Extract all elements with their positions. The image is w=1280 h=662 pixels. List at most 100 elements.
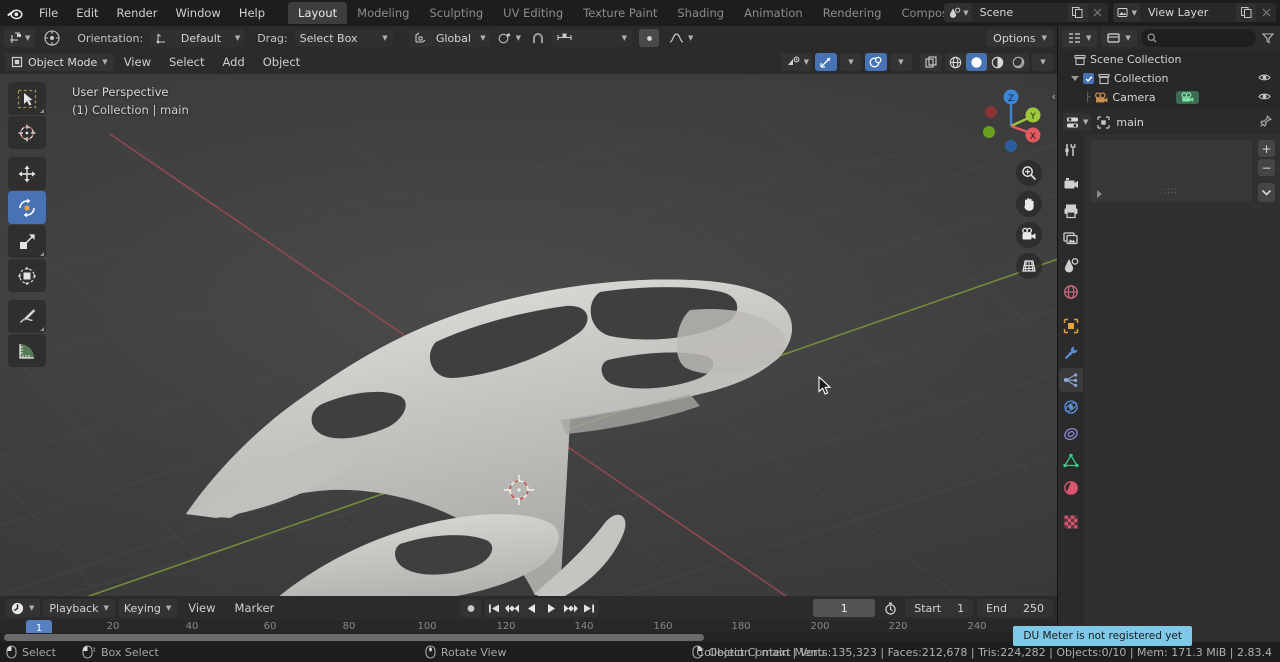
gizmo-options-dropdown[interactable]: ▼ — [840, 53, 862, 71]
viewport-menu-view[interactable]: View — [116, 53, 159, 71]
material-tab[interactable] — [1059, 476, 1083, 500]
scene-tab[interactable] — [1059, 253, 1083, 277]
scene-selector[interactable]: ▼ Scene — [944, 3, 1108, 22]
current-frame-field[interactable]: 1 — [813, 599, 876, 617]
filter-icon[interactable] — [1260, 32, 1276, 44]
scene-icon[interactable]: ▼ — [944, 3, 972, 22]
scale-tool[interactable] — [8, 225, 46, 258]
show-gizmo-button[interactable] — [815, 53, 837, 71]
viewport-menu-object[interactable]: Object — [255, 53, 308, 71]
viewport-menu-add[interactable]: Add — [214, 53, 252, 71]
pin-icon[interactable] — [1259, 115, 1272, 131]
remove-view-layer-icon[interactable] — [1256, 3, 1276, 22]
particle-system-list[interactable]: ∷∷ — [1090, 140, 1252, 202]
physics-tab[interactable] — [1059, 395, 1083, 419]
show-overlays-button[interactable] — [865, 53, 887, 71]
move-tool[interactable] — [8, 157, 46, 190]
play-button[interactable] — [542, 599, 561, 617]
zoom-button[interactable] — [1016, 160, 1042, 186]
play-reverse-button[interactable] — [523, 599, 542, 617]
tab-layout[interactable]: Layout — [288, 2, 348, 24]
rendered-shading-button[interactable] — [1008, 53, 1029, 71]
new-view-layer-icon[interactable] — [1236, 3, 1256, 22]
pivot-icon[interactable] — [39, 29, 65, 47]
orientation-dropdown[interactable]: Default ▼ — [150, 29, 246, 47]
object-type-visibility-button[interactable]: ▼ — [780, 53, 812, 71]
cursor-tool[interactable] — [8, 116, 46, 149]
tab-sculpting[interactable]: Sculpting — [419, 2, 493, 24]
timeline-menu-playback[interactable]: Playback ▼ — [43, 599, 115, 617]
properties-editor-type-button[interactable]: ▼ — [1063, 113, 1092, 131]
timeline-menu-keying[interactable]: Keying ▼ — [117, 599, 178, 617]
end-frame-field[interactable]: End 250 — [977, 599, 1053, 617]
tool-tab[interactable] — [1059, 138, 1083, 162]
snap-to-dropdown[interactable]: ▼ — [552, 29, 633, 47]
outliner-display-mode-button[interactable]: ▼ — [1101, 29, 1137, 47]
timeline-menu-marker[interactable]: Marker — [227, 599, 283, 617]
outliner-row-collection[interactable]: Collection — [1058, 69, 1280, 88]
start-frame-field[interactable]: Start 1 — [905, 599, 974, 617]
timeline-scrollbar[interactable] — [0, 633, 1058, 642]
data-tab[interactable] — [1059, 449, 1083, 473]
outliner-editor-type-button[interactable]: ▼ — [1062, 29, 1098, 47]
unlink-scene-icon[interactable] — [1087, 3, 1108, 22]
scrollbar-thumb[interactable] — [4, 634, 704, 641]
outliner-row-camera[interactable]: ├ Camera — [1058, 88, 1280, 107]
scene-name[interactable]: Scene — [971, 3, 1068, 22]
render-tab[interactable] — [1059, 172, 1083, 196]
texture-tab[interactable] — [1059, 510, 1083, 534]
mode-dropdown[interactable]: Object Mode ▼ — [5, 53, 114, 71]
material-preview-shading-button[interactable] — [987, 53, 1008, 71]
previous-keyframe-button[interactable] — [504, 599, 523, 617]
timeline-ruler[interactable]: 20 40 60 80 100 120 140 160 180 200 220 … — [0, 620, 1058, 642]
3d-viewport[interactable]: User Perspective (1) Collection | main Z… — [0, 74, 1058, 596]
menu-render[interactable]: Render — [108, 3, 167, 23]
view-layer-name[interactable]: View Layer — [1140, 3, 1236, 22]
magnet-icon[interactable] — [528, 29, 548, 47]
modifiers-tab[interactable] — [1059, 341, 1083, 365]
view-layer-selector[interactable]: ▼ View Layer — [1112, 3, 1276, 22]
active-tool-icon[interactable]: ▼ — [4, 29, 36, 47]
timeline-editor-type-button[interactable]: ▼ — [5, 599, 41, 617]
viewport-menu-select[interactable]: Select — [161, 53, 212, 71]
tab-uv-editing[interactable]: UV Editing — [493, 2, 573, 24]
wireframe-shading-button[interactable] — [945, 53, 966, 71]
drag-dropdown[interactable]: Select Box ▼ — [294, 29, 393, 47]
search-input[interactable] — [1140, 29, 1256, 47]
expand-triangle-icon[interactable] — [1097, 190, 1102, 198]
auto-keying-button[interactable] — [459, 599, 482, 617]
menu-window[interactable]: Window — [166, 3, 229, 23]
specials-menu-button[interactable] — [1258, 183, 1275, 202]
tab-rendering[interactable]: Rendering — [813, 2, 892, 24]
tweak-select-tool[interactable] — [8, 82, 46, 115]
resize-grip-icon[interactable]: ∷∷ — [1164, 187, 1177, 197]
rotate-tool[interactable] — [8, 191, 46, 224]
toggle-xray-button[interactable] — [920, 53, 942, 71]
new-scene-icon[interactable] — [1067, 3, 1088, 22]
view-layer-icon[interactable]: ▼ — [1112, 3, 1140, 22]
measure-tool[interactable] — [8, 334, 46, 367]
notification-toast[interactable]: DU Meter is not registered yet — [1013, 626, 1192, 646]
view-layer-tab[interactable] — [1059, 226, 1083, 250]
navigation-gizmo[interactable]: Z Y X — [970, 82, 1044, 156]
particles-tab[interactable] — [1059, 368, 1083, 392]
menu-help[interactable]: Help — [230, 3, 274, 23]
next-keyframe-button[interactable] — [561, 599, 580, 617]
tab-animation[interactable]: Animation — [734, 2, 813, 24]
constraints-tab[interactable] — [1059, 422, 1083, 446]
jump-to-start-button[interactable] — [485, 599, 504, 617]
pan-button[interactable] — [1016, 191, 1042, 217]
outliner-row-scene-collection[interactable]: Scene Collection — [1058, 50, 1280, 69]
transform-tool[interactable] — [8, 259, 46, 292]
output-tab[interactable] — [1059, 199, 1083, 223]
proportional-edit-icon[interactable] — [636, 29, 662, 47]
menu-file[interactable]: File — [30, 3, 67, 23]
tab-shading[interactable]: Shading — [667, 2, 734, 24]
menu-edit[interactable]: Edit — [67, 3, 107, 23]
object-tab[interactable] — [1059, 314, 1083, 338]
hide-in-viewport-icon[interactable] — [1258, 91, 1271, 105]
annotate-tool[interactable] — [8, 300, 46, 333]
transform-pivot-point-dropdown[interactable]: ▼ — [495, 29, 524, 47]
camera-view-button[interactable] — [1016, 222, 1042, 248]
tab-modeling[interactable]: Modeling — [347, 2, 419, 24]
